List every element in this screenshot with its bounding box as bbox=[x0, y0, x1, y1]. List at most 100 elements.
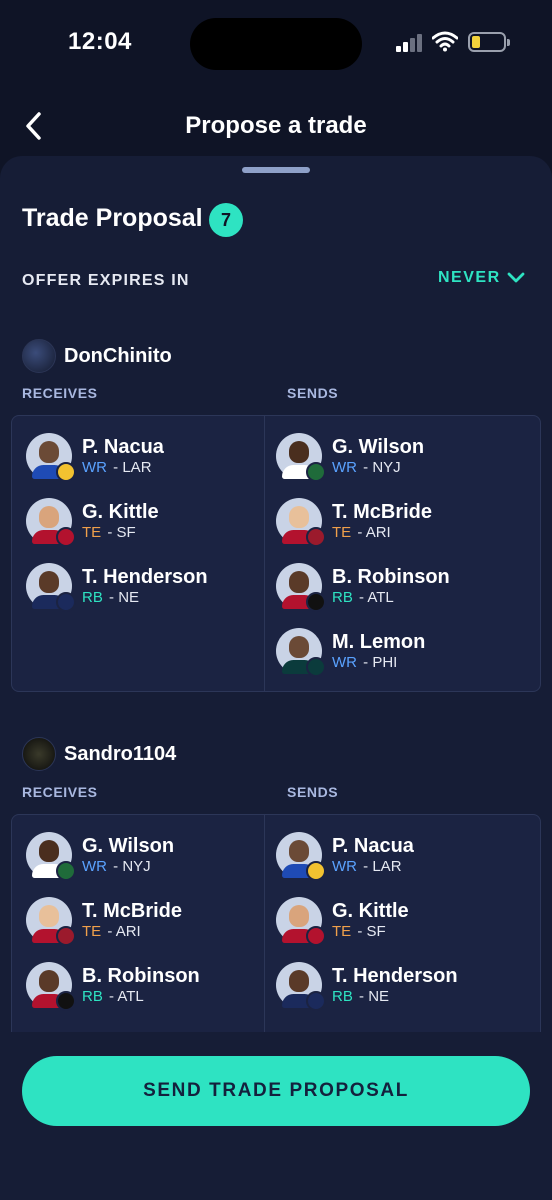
player-position: WR bbox=[332, 858, 357, 875]
separator: - bbox=[103, 524, 117, 541]
separator: - bbox=[359, 858, 373, 875]
player-headshot bbox=[26, 962, 76, 1011]
send-trade-proposal-button[interactable]: SEND TRADE PROPOSAL bbox=[22, 1056, 530, 1126]
player-position: TE bbox=[82, 524, 102, 541]
player-headshot bbox=[26, 563, 76, 612]
expires-label: OFFER EXPIRES IN bbox=[22, 272, 190, 289]
expires-dropdown[interactable]: NEVER bbox=[438, 266, 525, 290]
49ers-logo-icon bbox=[306, 926, 326, 946]
player-row[interactable]: G. Wilson WR - NYJ bbox=[26, 829, 174, 881]
jets-logo-icon bbox=[306, 462, 326, 482]
player-team: NYJ bbox=[372, 459, 401, 476]
trade-sheet: Trade Proposal 7 OFFER EXPIRES IN NEVER … bbox=[0, 156, 552, 1200]
player-position-team: TE - SF bbox=[82, 524, 159, 542]
player-position: RB bbox=[82, 589, 103, 606]
player-name: G. Kittle bbox=[82, 501, 159, 523]
separator: - bbox=[354, 988, 369, 1005]
player-name: T. McBride bbox=[82, 900, 183, 922]
player-team: LAR bbox=[122, 459, 152, 476]
player-headshot bbox=[276, 433, 326, 482]
player-position: TE bbox=[332, 923, 352, 940]
player-headshot bbox=[26, 832, 76, 881]
trade-user-row: DonChinito bbox=[22, 338, 172, 374]
player-headshot bbox=[276, 563, 326, 612]
trade-user-name: DonChinito bbox=[64, 344, 172, 367]
player-row[interactable]: G. Wilson WR - NYJ bbox=[276, 430, 424, 482]
player-team: NYJ bbox=[122, 858, 151, 875]
player-headshot bbox=[276, 897, 326, 946]
separator: - bbox=[359, 654, 373, 671]
player-row[interactable]: T. Henderson RB - NE bbox=[276, 959, 458, 1011]
player-name: P. Nacua bbox=[82, 436, 164, 458]
separator: - bbox=[353, 923, 367, 940]
player-position: WR bbox=[332, 459, 357, 476]
sends-label: SENDS bbox=[287, 784, 339, 800]
player-name: T. Henderson bbox=[332, 965, 458, 987]
player-row[interactable]: B. Robinson RB - ATL bbox=[276, 560, 450, 612]
player-position: WR bbox=[82, 858, 107, 875]
falcons-logo-icon bbox=[56, 991, 76, 1011]
player-headshot bbox=[26, 897, 76, 946]
trade-box: P. Nacua WR - LAR G. Kittle TE - SF T. Hende… bbox=[11, 415, 541, 692]
player-row[interactable]: T. McBride TE - ARI bbox=[276, 495, 432, 547]
player-team: NE bbox=[118, 589, 140, 606]
separator: - bbox=[104, 988, 118, 1005]
player-row[interactable]: G. Kittle TE - SF bbox=[276, 894, 409, 946]
player-position: RB bbox=[332, 589, 353, 606]
player-position: RB bbox=[82, 988, 103, 1005]
avatar bbox=[22, 737, 56, 771]
player-headshot bbox=[26, 433, 76, 482]
player-team: SF bbox=[116, 524, 136, 541]
page-title: Propose a trade bbox=[185, 112, 367, 139]
player-team: SF bbox=[366, 923, 386, 940]
cardinals-logo-icon bbox=[306, 527, 326, 547]
separator: - bbox=[103, 923, 116, 940]
player-name: T. McBride bbox=[332, 501, 433, 523]
separator: - bbox=[354, 589, 368, 606]
player-position-team: WR - NYJ bbox=[332, 459, 424, 477]
player-name: B. Robinson bbox=[332, 566, 450, 588]
rams-logo-icon bbox=[306, 861, 326, 881]
player-row[interactable]: G. Kittle TE - SF bbox=[26, 495, 159, 547]
player-position: WR bbox=[332, 654, 357, 671]
player-position-team: RB - NE bbox=[332, 988, 458, 1006]
cellular-signal-icon bbox=[396, 32, 424, 52]
player-position-team: RB - NE bbox=[82, 589, 208, 607]
player-team: NE bbox=[368, 988, 390, 1005]
player-name: M. Lemon bbox=[332, 631, 426, 653]
player-headshot bbox=[276, 498, 326, 547]
player-headshot bbox=[26, 498, 76, 547]
status-bar: 12:04 bbox=[0, 0, 552, 88]
player-team: ARI bbox=[115, 923, 141, 940]
player-row[interactable]: T. McBride TE - ARI bbox=[26, 894, 182, 946]
sheet-handle[interactable] bbox=[242, 167, 310, 173]
separator: - bbox=[109, 459, 123, 476]
player-row[interactable]: P. Nacua WR - LAR bbox=[276, 829, 414, 881]
player-position-team: RB - ATL bbox=[332, 589, 450, 607]
player-team: ATL bbox=[117, 988, 144, 1005]
header: Propose a trade bbox=[0, 96, 552, 156]
receives-label: RECEIVES bbox=[22, 784, 98, 800]
player-team: LAR bbox=[372, 858, 402, 875]
player-position: TE bbox=[82, 923, 102, 940]
battery-icon bbox=[468, 32, 510, 52]
player-row[interactable]: B. Robinson RB - ATL bbox=[26, 959, 200, 1011]
rams-logo-icon bbox=[56, 462, 76, 482]
player-row[interactable]: T. Henderson RB - NE bbox=[26, 560, 208, 612]
player-position-team: WR - LAR bbox=[82, 459, 164, 477]
player-team: PHI bbox=[372, 654, 398, 671]
player-position-team: TE - ARI bbox=[332, 524, 432, 542]
player-name: T. Henderson bbox=[82, 566, 208, 588]
chevron-down-icon bbox=[507, 272, 525, 283]
player-row[interactable]: P. Nacua WR - LAR bbox=[26, 430, 164, 482]
receives-label: RECEIVES bbox=[22, 385, 98, 401]
player-row[interactable]: M. Lemon WR - PHI bbox=[276, 625, 425, 677]
proposal-title: Trade Proposal bbox=[22, 204, 203, 232]
trade-user-row: Sandro1104 bbox=[22, 736, 176, 772]
avatar bbox=[22, 339, 56, 373]
player-position-team: WR - LAR bbox=[332, 858, 414, 876]
player-position: TE bbox=[332, 524, 352, 541]
player-name: G. Kittle bbox=[332, 900, 409, 922]
49ers-logo-icon bbox=[56, 527, 76, 547]
player-name: B. Robinson bbox=[82, 965, 200, 987]
